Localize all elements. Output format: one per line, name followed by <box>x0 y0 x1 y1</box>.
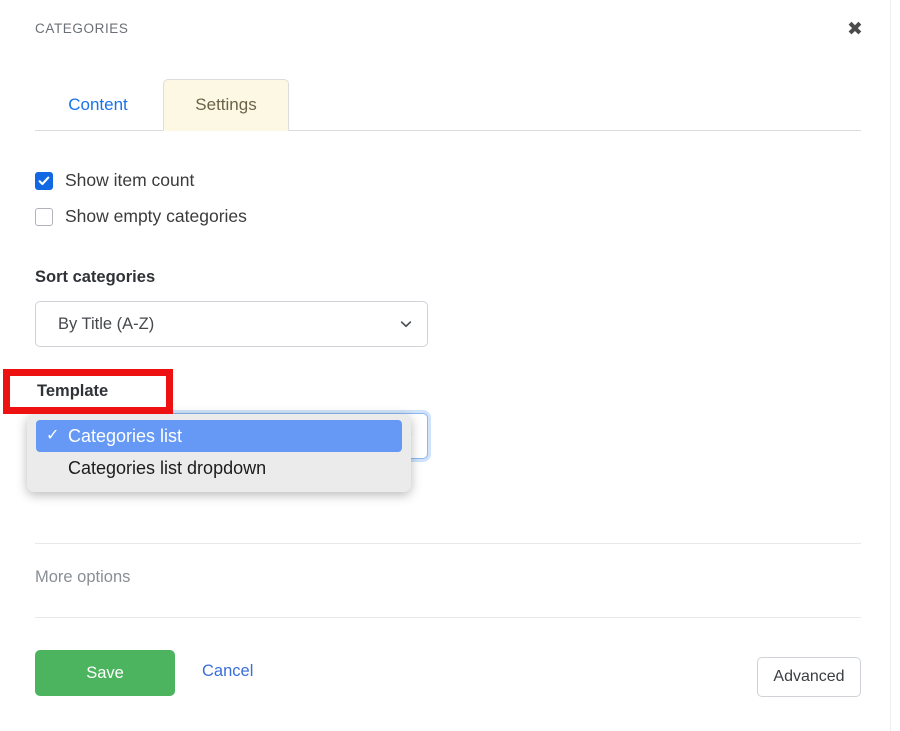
more-options-toggle[interactable]: More options <box>35 568 130 587</box>
sort-categories-select[interactable]: By Title (A-Z) <box>35 301 428 347</box>
template-dropdown-menu[interactable]: ✓ Categories list Categories list dropdo… <box>27 414 411 492</box>
categories-widget-panel: CATEGORIES ✖ Content Settings Show item … <box>0 0 891 731</box>
chevron-down-icon <box>399 317 413 331</box>
dropdown-option-label: Categories list <box>68 426 182 447</box>
tab-settings[interactable]: Settings <box>163 79 289 131</box>
save-button[interactable]: Save <box>35 650 175 696</box>
checkmark-icon: ✓ <box>46 428 68 444</box>
sort-categories-label: Sort categories <box>35 268 155 287</box>
sort-categories-value: By Title (A-Z) <box>58 315 399 334</box>
template-label: Template <box>35 381 110 402</box>
checkbox-row-show-item-count[interactable]: Show item count <box>35 170 194 191</box>
dropdown-option-label: Categories list dropdown <box>68 458 266 479</box>
advanced-button[interactable]: Advanced <box>757 657 861 697</box>
tab-content[interactable]: Content <box>35 79 161 131</box>
checkbox-show-item-count[interactable] <box>35 172 53 190</box>
close-icon[interactable]: ✖ <box>841 15 869 43</box>
panel-header: CATEGORIES ✖ <box>0 0 891 60</box>
dropdown-option-categories-list-dropdown[interactable]: Categories list dropdown <box>36 452 402 484</box>
cancel-link[interactable]: Cancel <box>202 662 253 681</box>
dropdown-option-categories-list[interactable]: ✓ Categories list <box>36 420 402 452</box>
checkbox-row-show-empty-categories[interactable]: Show empty categories <box>35 206 247 227</box>
checkbox-label-show-empty-categories: Show empty categories <box>65 206 247 227</box>
checkbox-show-empty-categories[interactable] <box>35 208 53 226</box>
divider-below-more-options <box>35 617 861 618</box>
divider-above-more-options <box>35 543 861 544</box>
page-title: CATEGORIES <box>35 21 129 36</box>
tab-bar: Content Settings <box>35 78 861 131</box>
checkbox-label-show-item-count: Show item count <box>65 170 194 191</box>
checkmark-icon <box>38 175 50 187</box>
